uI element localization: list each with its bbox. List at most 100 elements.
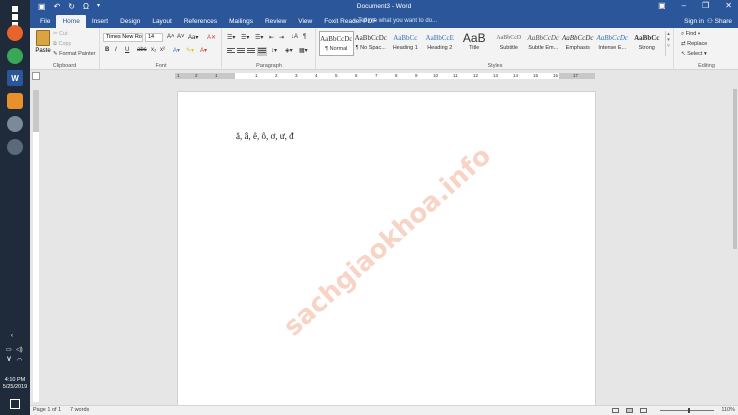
font-group: Times New Ro 14 A˄ A˅ Aa▾ A✕ B I U abc x…: [101, 28, 222, 70]
notification-icon[interactable]: [10, 399, 20, 409]
style-strong[interactable]: AaBbCc Strong: [630, 31, 665, 56]
subscript-icon[interactable]: x₂: [151, 47, 156, 53]
align-left-icon[interactable]: [227, 48, 235, 55]
volume-icon[interactable]: ◁): [16, 346, 23, 353]
taskbar-clock[interactable]: 4:10 PM 5/25/2019: [0, 377, 30, 391]
copy-button[interactable]: ⧉ Copy: [53, 41, 71, 48]
scrollbar-thumb[interactable]: [733, 89, 737, 249]
shading-icon[interactable]: ◈▾: [285, 47, 293, 54]
read-mode-icon[interactable]: [612, 408, 619, 413]
align-right-icon[interactable]: [247, 48, 255, 55]
tell-me-box[interactable]: ♀ Tell me what you want to do...: [352, 15, 437, 28]
cut-button[interactable]: ✂ Cut: [53, 31, 68, 37]
line-spacing-icon[interactable]: ↕▾: [271, 47, 277, 54]
battery-icon[interactable]: ▭: [6, 346, 12, 353]
font-group-label: Font: [155, 63, 167, 69]
grow-font-icon[interactable]: A˄: [167, 34, 175, 40]
tab-design[interactable]: Design: [114, 15, 146, 28]
chevron-up-icon[interactable]: ‹: [11, 333, 13, 339]
style-normal[interactable]: AaBbCcDc ¶ Normal: [319, 31, 354, 56]
tab-file[interactable]: File: [34, 15, 56, 28]
multilevel-list-icon[interactable]: ☰▾: [255, 34, 263, 41]
style-no-spacing[interactable]: AaBbCcDc ¶ No Spac...: [354, 31, 389, 56]
style-sample: AaB: [462, 31, 486, 45]
underline-icon[interactable]: U: [125, 47, 129, 53]
ruler-row: 1 2 1 1 2 3 4 5 6 7 8 9 10 11 12 13 14 1…: [30, 71, 738, 81]
numbering-icon[interactable]: ☰▾: [241, 34, 249, 41]
superscript-icon[interactable]: x²: [160, 47, 165, 53]
windows-start-icon[interactable]: [7, 4, 23, 36]
tab-layout[interactable]: Layout: [146, 15, 178, 28]
style-heading-1[interactable]: AaBbCc Heading 1: [388, 31, 423, 56]
style-title[interactable]: AaB Title: [457, 31, 492, 56]
cut-label: Cut: [59, 31, 68, 37]
clear-formatting-icon[interactable]: A✕: [207, 34, 216, 41]
style-emphasis[interactable]: AaBbCcDc Emphasis: [561, 31, 596, 56]
minimize-button[interactable]: –: [682, 1, 686, 10]
maximize-button[interactable]: ❐: [702, 1, 709, 10]
increase-indent-icon[interactable]: ⇥: [279, 34, 284, 41]
borders-icon[interactable]: ▦▾: [299, 47, 308, 54]
decrease-indent-icon[interactable]: ⇤: [269, 34, 274, 41]
vertical-ruler[interactable]: [33, 90, 39, 402]
web-layout-icon[interactable]: [640, 408, 647, 413]
ribbon-display-icon[interactable]: ▣: [658, 1, 666, 10]
replace-button[interactable]: ⇄ Replace: [681, 41, 707, 47]
style-sample: AaBbCcDc: [562, 34, 594, 42]
find-button[interactable]: ⌕ Find ▾: [681, 31, 700, 38]
select-button[interactable]: ↖ Select ▾: [681, 51, 707, 57]
format-painter-button[interactable]: ✎ Format Painter: [53, 51, 96, 57]
highlight-icon[interactable]: ✎▾: [186, 47, 194, 54]
chrome-icon[interactable]: [7, 48, 23, 64]
tab-insert[interactable]: Insert: [86, 15, 114, 28]
style-heading-2[interactable]: AaBbCcE Heading 2: [423, 31, 458, 56]
bold-icon[interactable]: B: [105, 47, 109, 53]
firefox-icon[interactable]: [7, 25, 23, 41]
paste-icon: [36, 30, 50, 46]
tab-home[interactable]: Home: [56, 15, 86, 28]
font-name-combo[interactable]: Times New Ro: [103, 33, 143, 42]
print-layout-icon[interactable]: [626, 408, 633, 413]
style-subtitle[interactable]: AaBbCcD Subtitle: [492, 31, 527, 56]
paste-button[interactable]: Paste: [33, 30, 53, 58]
zoom-slider[interactable]: [660, 408, 714, 413]
vertical-scrollbar[interactable]: [732, 81, 738, 405]
document-text[interactable]: ă, â, ê, ô, ơ, ư, đ: [236, 131, 294, 141]
styles-scroll[interactable]: ▴ ▾ ▿: [665, 31, 671, 56]
word-taskbar-icon[interactable]: W: [7, 70, 23, 86]
zoom-slider-thumb[interactable]: [688, 408, 690, 413]
app-taskbar-icon[interactable]: [7, 93, 23, 109]
tab-mailings[interactable]: Mailings: [223, 15, 259, 28]
wifi-icon[interactable]: ◠: [17, 357, 22, 364]
share-button[interactable]: ⚇ Share: [707, 15, 732, 28]
sign-in-link[interactable]: Sign in: [684, 15, 704, 28]
page-count[interactable]: Page 1 of 1: [33, 407, 61, 413]
change-case-icon[interactable]: Aa▾: [188, 34, 198, 41]
sort-icon[interactable]: ↓A: [291, 34, 298, 40]
show-marks-icon[interactable]: ¶: [303, 34, 306, 40]
ruler-tick: 15: [533, 73, 539, 78]
zoom-level[interactable]: 110%: [721, 407, 735, 413]
tab-view[interactable]: View: [292, 15, 318, 28]
bullets-icon[interactable]: ☰▾: [227, 34, 235, 41]
word-count[interactable]: 7 words: [70, 407, 89, 413]
align-center-icon[interactable]: [237, 48, 245, 55]
style-intense-emphasis[interactable]: AaBbCcDc Intense E...: [595, 31, 630, 56]
italic-icon[interactable]: I: [115, 47, 117, 53]
tab-selector[interactable]: [32, 72, 40, 80]
app2-taskbar-icon[interactable]: [7, 116, 23, 132]
shrink-font-icon[interactable]: A˅: [177, 34, 185, 40]
horizontal-ruler[interactable]: 1 2 1 1 2 3 4 5 6 7 8 9 10 11 12 13 14 1…: [175, 73, 595, 79]
text-effects-icon[interactable]: A▾: [173, 47, 180, 54]
style-subtle-emphasis[interactable]: AaBbCcDc Subtle Em...: [526, 31, 561, 56]
document-page[interactable]: ă, â, ê, ô, ơ, ư, đ sachgiaokhoa.info: [177, 91, 596, 405]
font-color-icon[interactable]: A▾: [200, 47, 207, 54]
close-button[interactable]: ✕: [725, 1, 732, 10]
justify-icon[interactable]: [257, 47, 267, 56]
app3-taskbar-icon[interactable]: [7, 139, 23, 155]
tab-references[interactable]: References: [178, 15, 223, 28]
language-indicator[interactable]: V: [7, 357, 11, 363]
tab-review[interactable]: Review: [259, 15, 292, 28]
font-size-combo[interactable]: 14: [145, 33, 163, 42]
strikethrough-icon[interactable]: abc: [137, 47, 147, 53]
